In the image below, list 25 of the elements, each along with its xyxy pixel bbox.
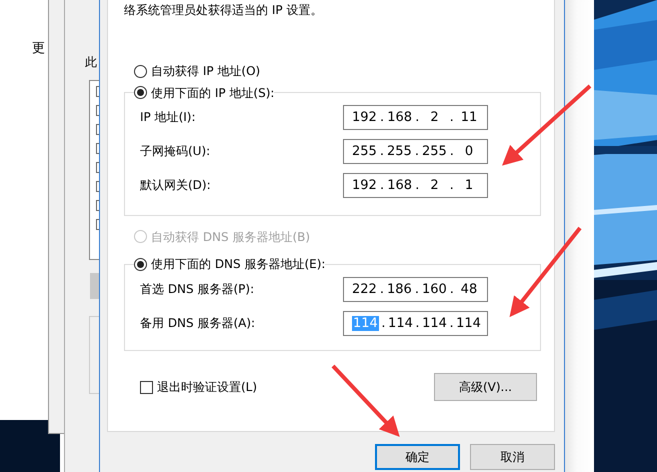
radio-option[interactable]: 使用下面的 IP 地址(S):	[134, 84, 274, 100]
radio-button[interactable]	[134, 86, 147, 99]
field-label: 首选 DNS 服务器(P):	[140, 280, 256, 298]
checkbox-option[interactable]: 退出时验证设置(L)	[140, 378, 258, 396]
field-label: IP 地址(I):	[140, 109, 197, 126]
ip-address-field[interactable]: 255 . 255 . 255 . 0	[343, 139, 488, 164]
checkbox[interactable]	[140, 380, 153, 394]
cancel-button[interactable]: 取消	[470, 444, 555, 470]
radio-button[interactable]	[134, 64, 147, 78]
field-label: 子网掩码(U):	[140, 143, 212, 160]
ok-button[interactable]: 确定	[375, 444, 460, 470]
dialog-text: 此	[85, 54, 97, 71]
ip-address-field[interactable]: 222 . 186 . 160 . 48	[343, 276, 488, 302]
ip-address-field[interactable]: 192 . 168 . 2 . 1	[343, 173, 488, 198]
radio-option[interactable]: 自动获得 IP 地址(O)	[134, 63, 260, 79]
field-label: 默认网关(D):	[140, 177, 212, 194]
ip-address-field[interactable]: 114 . 114 . 114 . 114	[343, 310, 488, 336]
radio-button[interactable]	[134, 258, 147, 270]
window-text: 更	[32, 40, 45, 57]
field-label: 备用 DNS 服务器(A):	[140, 314, 256, 332]
radio-option[interactable]: 使用下面的 DNS 服务器地址(E):	[134, 256, 326, 272]
ip-address-field[interactable]: 192 . 168 . 2 . 11	[343, 105, 488, 130]
advanced-button[interactable]: 高级(V)...	[434, 373, 537, 401]
intro-text: 络系统管理员处获得适当的 IP 设置。	[124, 2, 324, 18]
desktop-strip	[0, 420, 60, 472]
